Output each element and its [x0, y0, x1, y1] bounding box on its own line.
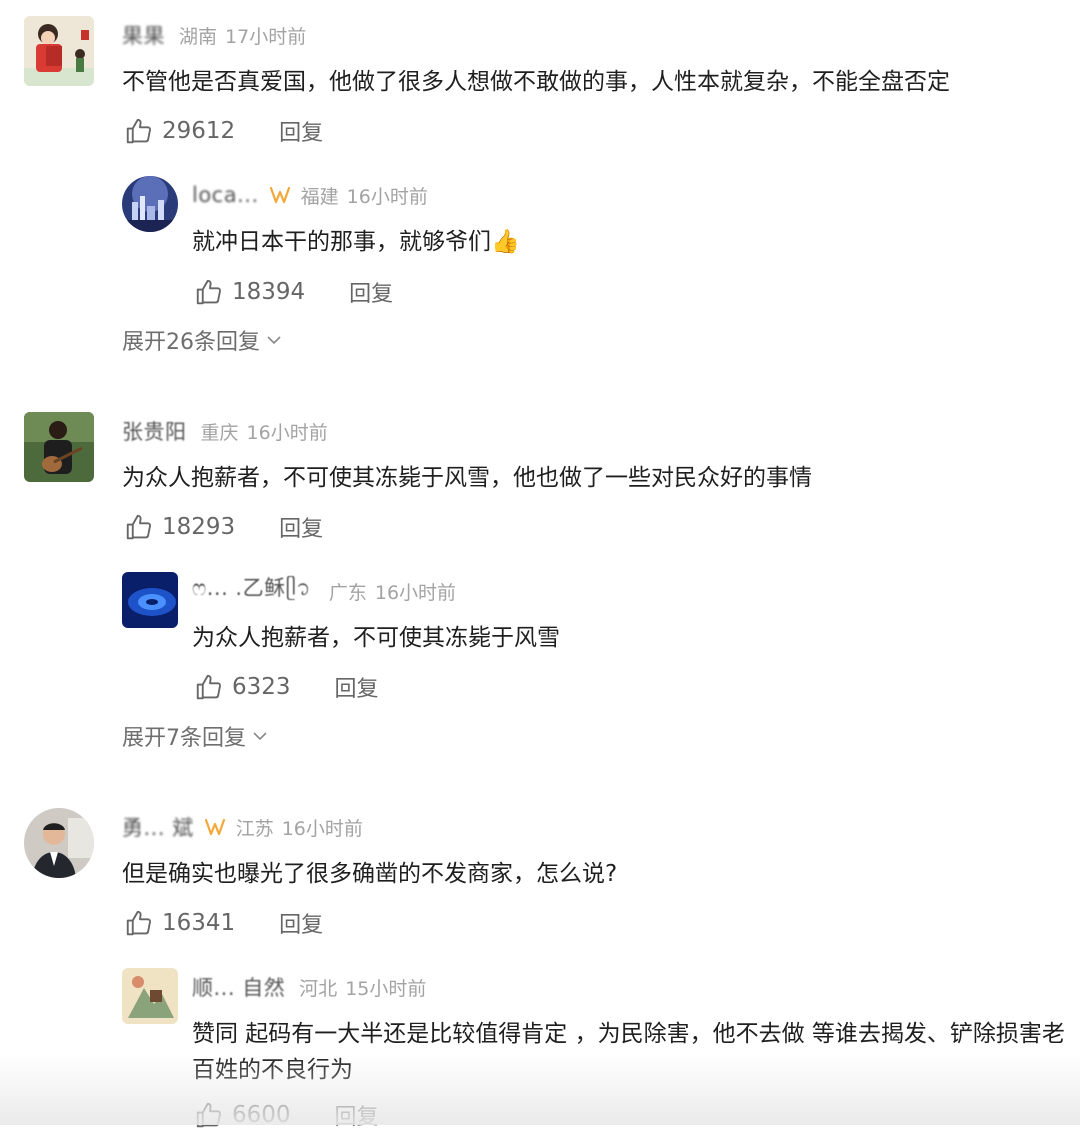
- location: 广东: [328, 581, 367, 604]
- timestamp: 16小时前: [246, 421, 328, 444]
- comment-meta: 果果 湖南 17小时前: [122, 20, 306, 50]
- reply-actions: 18394 回复: [194, 275, 393, 309]
- reply-button[interactable]: 回复: [349, 276, 393, 308]
- location: 河北: [299, 977, 338, 1000]
- reply-meta: ෆ... .乙稣ᥫ᭡ 广东 16小时前: [192, 576, 456, 606]
- location: 福建: [300, 185, 339, 208]
- expand-replies-label: 展开7条回复: [122, 726, 246, 751]
- thumbs-up-icon: [196, 1102, 221, 1128]
- reply-button[interactable]: 回复: [335, 1099, 379, 1131]
- user-avatar[interactable]: [24, 16, 94, 86]
- comment-actions: 18293 回复: [124, 510, 323, 544]
- chevron-down-icon: [267, 336, 281, 345]
- like-button[interactable]: 18293: [124, 512, 235, 542]
- timestamp: 17小时前: [225, 25, 307, 48]
- location: 江苏: [235, 817, 274, 840]
- comment-meta: 勇... 斌 江苏 16小时前: [122, 812, 363, 842]
- reply-button[interactable]: 回复: [335, 671, 379, 703]
- reply-button[interactable]: 回复: [279, 907, 323, 939]
- user-avatar[interactable]: [24, 808, 94, 878]
- username[interactable]: loca...: [192, 183, 259, 207]
- reply-meta: 顺... 自然 河北 15小时前: [192, 972, 426, 1002]
- thumbs-up-icon: [126, 514, 151, 540]
- reply-avatar[interactable]: [122, 968, 178, 1024]
- like-button[interactable]: 29612: [124, 116, 235, 146]
- like-count: 18394: [232, 279, 306, 305]
- thumbs-up-icon: [196, 674, 221, 700]
- illustration-avatar: [122, 968, 178, 1024]
- blue-vortex-avatar: [122, 572, 178, 628]
- user-avatar[interactable]: [24, 412, 94, 482]
- thumbs-up-icon: [126, 118, 151, 144]
- username[interactable]: 顺... 自然: [192, 972, 285, 1002]
- expand-replies-button[interactable]: 展开7条回复: [122, 720, 268, 752]
- comment-meta: 张贵阳 重庆 16小时前: [122, 416, 328, 446]
- comment-actions: 29612 回复: [124, 114, 323, 148]
- username[interactable]: 果果: [122, 20, 165, 50]
- comment-text: 为众人抱薪者，不可使其冻毙于风雪，他也做了一些对民众好的事情: [122, 465, 812, 491]
- expand-replies-label: 展开26条回复: [122, 330, 260, 355]
- comment-actions: 16341 回复: [124, 906, 323, 940]
- timestamp: 15小时前: [345, 977, 427, 1000]
- like-count: 6600: [232, 1102, 291, 1128]
- like-button[interactable]: 18394: [194, 277, 305, 307]
- like-count: 18293: [162, 514, 236, 540]
- reply-avatar[interactable]: [122, 176, 178, 232]
- cartoon-girl-avatar: [24, 16, 94, 86]
- reply-text: 为众人抱薪者，不可使其冻毙于风雪: [192, 625, 560, 651]
- reply-actions: 6600 回复: [194, 1098, 379, 1132]
- thumbs-up-icon: [126, 910, 151, 936]
- username[interactable]: ෆ... .乙稣ᥫ᭡: [192, 572, 311, 611]
- reply-actions: 6323 回复: [194, 670, 379, 704]
- reply-button[interactable]: 回复: [279, 115, 323, 147]
- username[interactable]: 张贵阳: [122, 416, 187, 446]
- reply-text: 赞同 起码有一大半还是比较值得肯定 ，为民除害，他不去做 等谁去揭发、铲除损害老…: [192, 1021, 1065, 1083]
- timestamp: 16小时前: [346, 185, 428, 208]
- expand-replies-button[interactable]: 展开26条回复: [122, 324, 282, 356]
- like-count: 16341: [162, 910, 236, 936]
- comment-text: 不管他是否真爱国，他做了很多人想做不敢做的事，人性本就复杂，不能全盘否定: [122, 69, 950, 95]
- timestamp: 16小时前: [281, 817, 363, 840]
- location: 重庆: [200, 421, 239, 444]
- night-city-avatar: [122, 176, 178, 232]
- reply-meta: loca... 福建 16小时前: [192, 180, 428, 210]
- guitar-player-avatar: [24, 412, 94, 482]
- man-portrait-avatar: [24, 808, 94, 878]
- reply-button[interactable]: 回复: [279, 511, 323, 543]
- like-count: 6323: [232, 674, 291, 700]
- like-button[interactable]: 6323: [194, 672, 291, 702]
- verified-badge-icon: [269, 185, 291, 205]
- timestamp: 16小时前: [374, 581, 457, 604]
- username[interactable]: 勇... 斌: [122, 812, 194, 842]
- comment-text: 但是确实也曝光了很多确凿的不发商家，怎么说?: [122, 861, 618, 887]
- like-count: 29612: [162, 118, 236, 144]
- reply-text: 就冲日本干的那事，就够爷们👍: [192, 229, 520, 255]
- chevron-down-icon: [253, 732, 267, 741]
- thumbs-up-icon: [196, 279, 221, 305]
- verified-badge-icon: [204, 817, 226, 837]
- like-button[interactable]: 16341: [124, 908, 235, 938]
- reply-avatar[interactable]: [122, 572, 178, 628]
- location: 湖南: [179, 25, 218, 48]
- like-button[interactable]: 6600: [194, 1100, 291, 1130]
